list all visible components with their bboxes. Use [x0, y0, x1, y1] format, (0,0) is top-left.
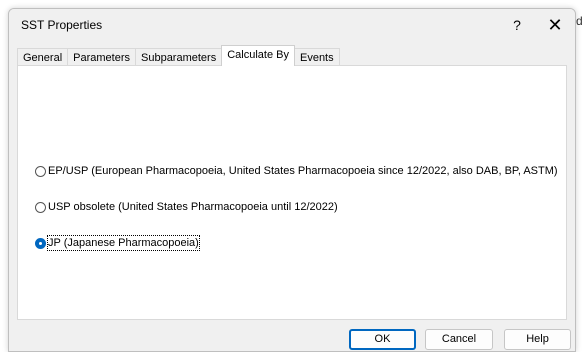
option-ep-usp-label[interactable]: EP/USP (European Pharmacopoeia, United S… — [48, 164, 558, 178]
help-question-icon[interactable]: ? — [497, 9, 537, 41]
radio-jp-selected[interactable] — [35, 237, 46, 249]
option-jp[interactable]: JP (Japanese Pharmacopoeia) — [35, 235, 200, 251]
background-window-text: d — [576, 14, 583, 28]
radio-usp-obsolete[interactable] — [35, 201, 46, 213]
title-bar[interactable]: SST Properties ? ✕ — [9, 9, 575, 41]
screen: d SST Properties ? ✕ General Parameters … — [0, 0, 585, 352]
option-ep-usp[interactable]: EP/USP (European Pharmacopoeia, United S… — [35, 163, 558, 179]
help-button[interactable]: Help — [504, 329, 571, 350]
tab-parameters[interactable]: Parameters — [67, 48, 136, 66]
calculate-by-panel: EP/USP (European Pharmacopoeia, United S… — [17, 65, 567, 320]
option-jp-label[interactable]: JP (Japanese Pharmacopoeia) — [47, 235, 200, 251]
ok-button[interactable]: OK — [349, 329, 416, 350]
tab-strip: General Parameters Subparameters Calcula… — [17, 45, 340, 66]
tab-events[interactable]: Events — [293, 48, 340, 66]
option-usp-obsolete-label[interactable]: USP obsolete (United States Pharmacopoei… — [48, 200, 338, 214]
close-icon[interactable]: ✕ — [535, 9, 575, 41]
sst-properties-dialog: SST Properties ? ✕ General Parameters Su… — [8, 8, 576, 352]
option-usp-obsolete[interactable]: USP obsolete (United States Pharmacopoei… — [35, 199, 338, 215]
tab-subparameters[interactable]: Subparameters — [135, 48, 223, 66]
tab-calculate-by[interactable]: Calculate By — [221, 45, 295, 66]
cancel-button[interactable]: Cancel — [425, 329, 493, 350]
tab-general[interactable]: General — [17, 48, 69, 66]
radio-ep-usp[interactable] — [35, 165, 46, 177]
dialog-title: SST Properties — [21, 18, 103, 32]
